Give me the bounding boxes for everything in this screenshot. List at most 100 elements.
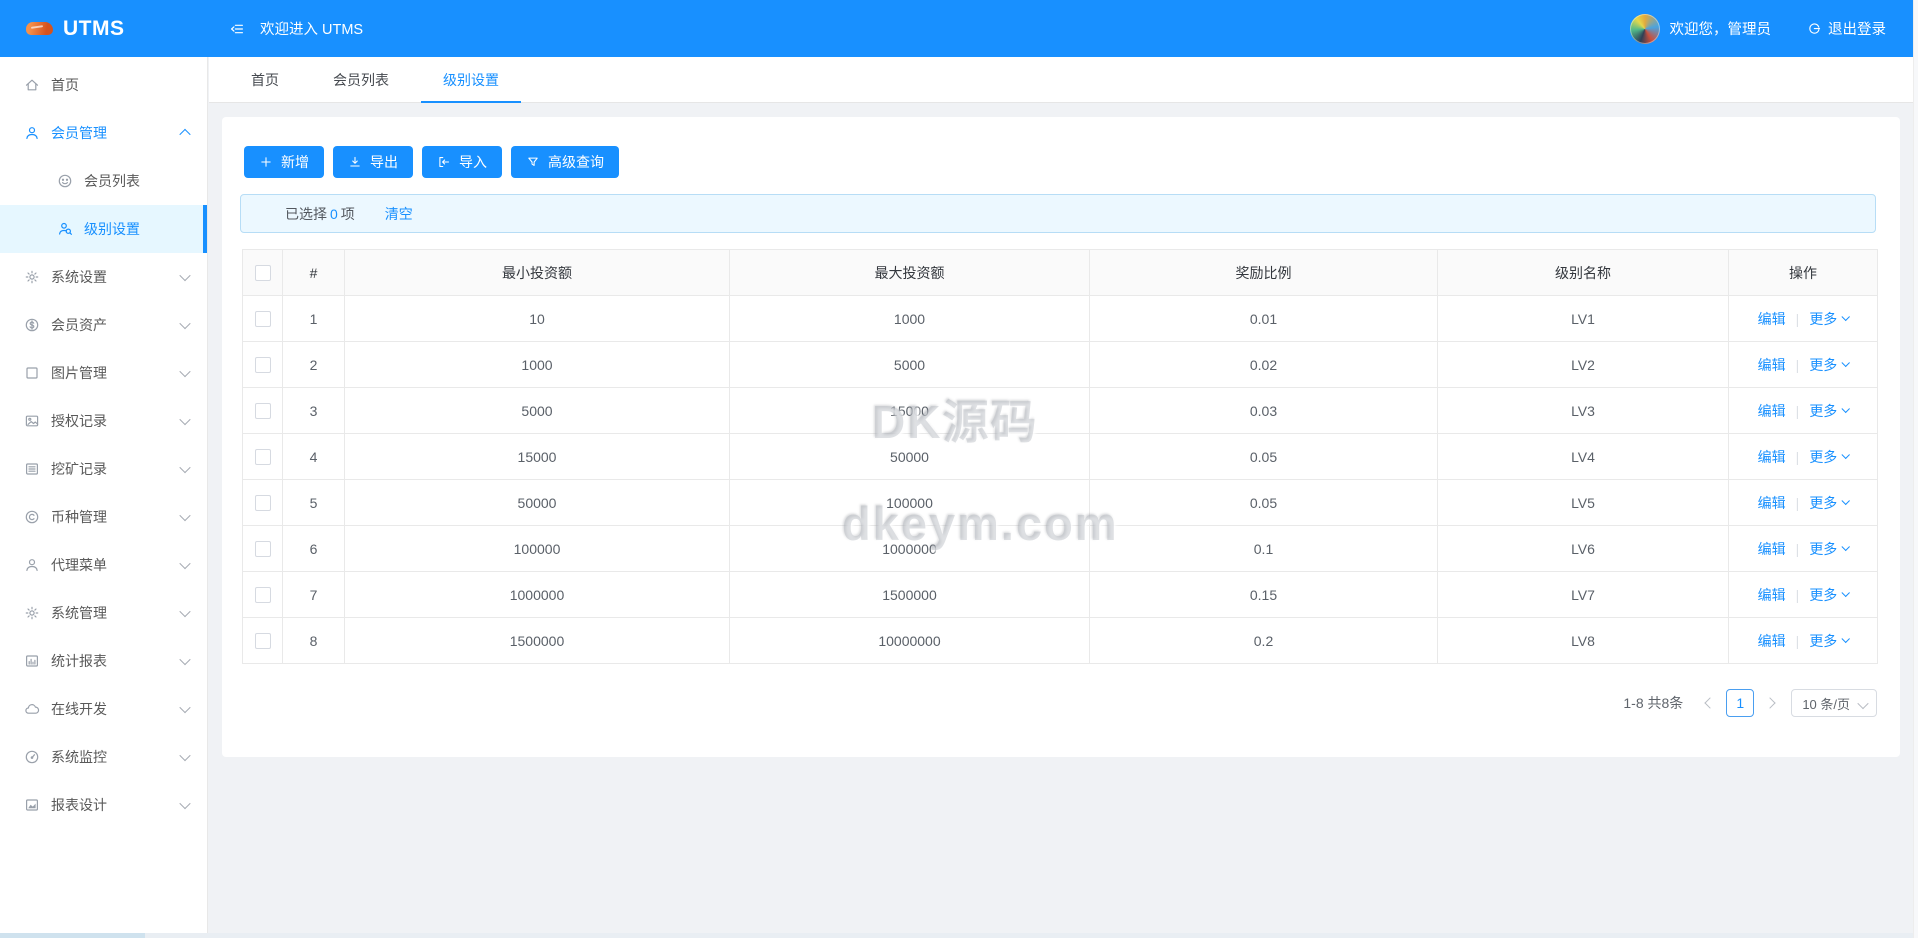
- cell-level-name: LV3: [1437, 387, 1729, 434]
- selection-bar: 已选择 0 项 清空: [240, 194, 1876, 233]
- chevron-down-icon: [179, 797, 191, 810]
- action-divider: |: [1795, 402, 1800, 419]
- bottom-scrollbar-thumb[interactable]: [0, 933, 145, 938]
- select-all-checkbox[interactable]: [254, 265, 271, 282]
- row-checkbox[interactable]: [254, 495, 271, 512]
- row-checkbox[interactable]: [254, 633, 271, 650]
- more-link[interactable]: 更多: [1809, 631, 1851, 651]
- edit-link[interactable]: 编辑: [1758, 355, 1786, 375]
- logout-label: 退出登录: [1828, 22, 1886, 38]
- right-scrollbar[interactable]: [1913, 0, 1918, 938]
- picture-icon: [24, 413, 40, 429]
- cell-level-name: LV8: [1437, 617, 1729, 664]
- user-icon: [24, 125, 40, 141]
- chevron-down-icon: [179, 749, 191, 762]
- sidebar-item-authorization-records[interactable]: 授权记录: [0, 397, 207, 445]
- sidebar-item-home[interactable]: 首页: [0, 61, 207, 109]
- row-checkbox[interactable]: [254, 357, 271, 374]
- more-label: 更多: [1809, 586, 1838, 603]
- edit-link[interactable]: 编辑: [1758, 631, 1786, 651]
- sidebar-item-member-assets[interactable]: 会员资产: [0, 301, 207, 349]
- prev-page-button[interactable]: [1699, 695, 1721, 711]
- cell-min-invest: 1000000: [344, 571, 730, 618]
- chevron-down-icon: [1841, 312, 1851, 321]
- import-button[interactable]: 导入: [422, 146, 502, 178]
- current-page-button[interactable]: 1: [1726, 689, 1755, 717]
- collapse-sidebar-icon[interactable]: [229, 21, 245, 37]
- more-link[interactable]: 更多: [1809, 585, 1851, 605]
- row-select-cell: [242, 571, 283, 618]
- cell-level-name: LV7: [1437, 571, 1729, 618]
- row-checkbox[interactable]: [254, 311, 271, 328]
- row-checkbox[interactable]: [254, 403, 271, 420]
- more-label: 更多: [1809, 632, 1838, 649]
- more-link[interactable]: 更多: [1809, 539, 1851, 559]
- row-actions: 编辑 | 更多: [1728, 295, 1878, 342]
- clear-selection-link[interactable]: 清空: [385, 204, 413, 224]
- sidebar-item-member-management[interactable]: 会员管理: [0, 109, 207, 157]
- page-size-select[interactable]: 10 条/页: [1791, 689, 1877, 717]
- sidebar-item-system-monitor[interactable]: 系统监控: [0, 733, 207, 781]
- sidebar-item-report-design[interactable]: 报表设计: [0, 781, 207, 829]
- cell-index: 6: [282, 525, 345, 572]
- table-row: 7 1000000 1500000 0.15 LV7 编辑 | 更多: [242, 571, 1878, 618]
- cell-max-invest: 5000: [729, 341, 1090, 388]
- bottom-scrollbar[interactable]: [0, 933, 1918, 938]
- more-link[interactable]: 更多: [1809, 401, 1851, 421]
- sidebar-item-member-list[interactable]: 会员列表: [0, 157, 207, 205]
- selection-count: 0: [330, 205, 338, 222]
- tab-home[interactable]: 首页: [229, 57, 301, 102]
- table-row: 4 15000 50000 0.05 LV4 编辑 | 更多: [242, 433, 1878, 480]
- copyright-icon: [24, 509, 40, 525]
- edit-link[interactable]: 编辑: [1758, 309, 1786, 329]
- sidebar-item-system-settings[interactable]: 系统设置: [0, 253, 207, 301]
- cell-reward-ratio: 0.2: [1089, 617, 1438, 664]
- sidebar-item-image-management[interactable]: 图片管理: [0, 349, 207, 397]
- column-header-1: 最小投资额: [344, 249, 730, 296]
- chevron-down-icon: [179, 557, 191, 570]
- sidebar-item-statistics-report[interactable]: 统计报表: [0, 637, 207, 685]
- row-checkbox[interactable]: [254, 587, 271, 604]
- cell-level-name: LV2: [1437, 341, 1729, 388]
- more-link[interactable]: 更多: [1809, 447, 1851, 467]
- sidebar-item-online-dev[interactable]: 在线开发: [0, 685, 207, 733]
- sidebar-item-coin-management[interactable]: 币种管理: [0, 493, 207, 541]
- sidebar-item-mining-records[interactable]: 挖矿记录: [0, 445, 207, 493]
- advanced-search-button[interactable]: 高级查询: [511, 146, 619, 178]
- action-divider: |: [1795, 310, 1800, 327]
- cell-reward-ratio: 0.02: [1089, 341, 1438, 388]
- sidebar-item-system-admin[interactable]: 系统管理: [0, 589, 207, 637]
- edit-link[interactable]: 编辑: [1758, 539, 1786, 559]
- row-checkbox[interactable]: [254, 449, 271, 466]
- row-checkbox[interactable]: [254, 541, 271, 558]
- export-button[interactable]: 导出: [333, 146, 413, 178]
- tab-level-settings[interactable]: 级别设置: [421, 57, 521, 103]
- sidebar-item-label: 会员资产: [51, 317, 107, 333]
- tab-member-list[interactable]: 会员列表: [311, 57, 411, 102]
- selection-prefix: 已选择: [285, 205, 327, 222]
- more-link[interactable]: 更多: [1809, 493, 1851, 513]
- edit-link[interactable]: 编辑: [1758, 401, 1786, 421]
- add-button[interactable]: 新增: [244, 146, 324, 178]
- logout-button[interactable]: 退出登录: [1807, 18, 1886, 39]
- more-link[interactable]: 更多: [1809, 309, 1851, 329]
- next-page-button[interactable]: [1759, 695, 1781, 711]
- chevron-down-icon: [1857, 697, 1869, 710]
- cell-max-invest: 1000000: [729, 525, 1090, 572]
- pagination-total: 1-8 共8条: [1623, 695, 1684, 711]
- sidebar-item-level-settings[interactable]: 级别设置: [0, 205, 207, 253]
- user-icon: [24, 557, 40, 573]
- column-header-2: 最大投资额: [729, 249, 1090, 296]
- sidebar-item-agent-menu[interactable]: 代理菜单: [0, 541, 207, 589]
- select-all-header-cell: [242, 249, 283, 296]
- button-label: 高级查询: [548, 154, 604, 170]
- edit-link[interactable]: 编辑: [1758, 493, 1786, 513]
- more-link[interactable]: 更多: [1809, 355, 1851, 375]
- table-header-row: # 最小投资额 最大投资额 奖励比例 级别名称 操作: [242, 249, 1878, 296]
- chevron-down-icon: [1841, 450, 1851, 459]
- cell-max-invest: 1000: [729, 295, 1090, 342]
- chevron-down-icon: [179, 269, 191, 282]
- edit-link[interactable]: 编辑: [1758, 447, 1786, 467]
- edit-link[interactable]: 编辑: [1758, 585, 1786, 605]
- levels-table-wrap: # 最小投资额 最大投资额 奖励比例 级别名称 操作 1 10 1000 0.01 LV1 编辑 | 更多…: [242, 249, 1878, 664]
